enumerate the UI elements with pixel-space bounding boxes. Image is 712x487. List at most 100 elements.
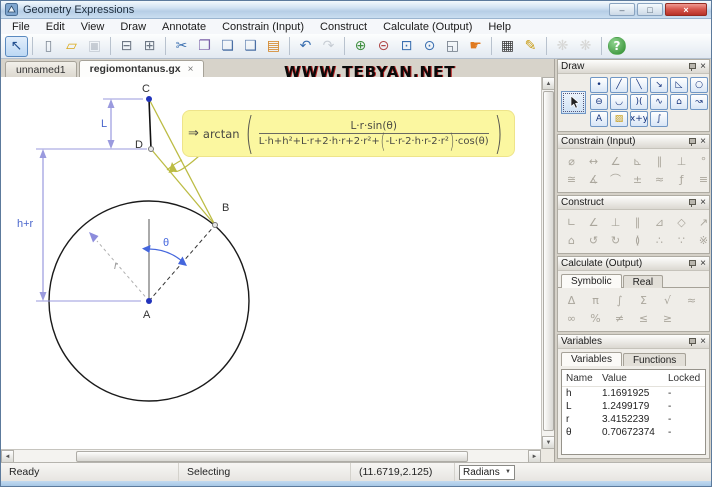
calculate-tool-button[interactable]: % <box>586 310 605 326</box>
construct-tool-button[interactable]: ↺ <box>584 232 603 248</box>
menu-item[interactable]: File <box>4 21 38 33</box>
draw-text[interactable]: A <box>590 111 608 127</box>
constrain-tool-button[interactable]: ∥ <box>650 153 669 169</box>
tab-real[interactable]: Real <box>622 275 664 288</box>
calculate-tool-button[interactable]: ≈ <box>682 292 701 308</box>
select-tool-button[interactable]: ↖ <box>5 35 28 57</box>
help-button[interactable]: ? <box>608 37 626 55</box>
tab-unnamed1[interactable]: unnamed1 <box>5 61 77 77</box>
constrain-tool-button[interactable]: ⊥ <box>672 153 691 169</box>
construct-tool-button[interactable]: ∥ <box>628 214 647 230</box>
theta-angle-arc[interactable] <box>148 248 184 263</box>
copy-button[interactable]: ❐ <box>193 36 216 57</box>
animate-button[interactable]: ❋ <box>551 36 574 57</box>
horizontal-scroll-thumb[interactable] <box>76 451 468 462</box>
segment-c-d[interactable] <box>148 98 152 150</box>
print-button[interactable]: ⊟ <box>115 36 138 57</box>
draw-infinite-line[interactable]: ╲ <box>630 77 648 93</box>
menu-item[interactable]: Help <box>480 21 519 33</box>
constrain-tool-button[interactable]: ⌀ <box>562 153 581 169</box>
tab-variables[interactable]: Variables <box>561 352 622 366</box>
h[interactable]: h 1.1691925 - <box>562 387 705 400</box>
calculate-tool-button[interactable]: ∞ <box>562 310 581 326</box>
constrain-tool-button[interactable]: ≈ <box>650 171 669 187</box>
pin-icon[interactable] <box>688 62 697 72</box>
draw-polygon[interactable]: ◺ <box>670 77 688 93</box>
menu-item[interactable]: Draw <box>112 21 154 33</box>
construct-tool-button[interactable]: ≬ <box>628 232 647 248</box>
constrain-tool-button[interactable]: ↔ <box>584 153 603 169</box>
menu-item[interactable]: Constrain (Input) <box>214 21 312 33</box>
select-arrow-tool[interactable] <box>561 90 586 114</box>
construct-tool-button[interactable]: ↻ <box>606 232 625 248</box>
point-d-label[interactable]: D <box>135 139 143 151</box>
constrain-tool-button[interactable]: ≡ <box>694 171 711 187</box>
paste-special-button[interactable]: ❑ <box>239 36 262 57</box>
vertical-scrollbar[interactable]: ▲ ▼ <box>541 77 555 449</box>
construct-tool-button[interactable]: ↗ <box>694 214 711 230</box>
calculate-tool-button[interactable]: Δ <box>562 292 581 308</box>
open-file-button[interactable]: ▱ <box>60 36 83 57</box>
draw-ellipse[interactable]: ⊖ <box>590 94 608 110</box>
calculate-tool-button[interactable]: ≤ <box>634 310 653 326</box>
point-c-label[interactable]: C <box>142 83 150 95</box>
zoom-page-button[interactable]: ◱ <box>441 36 464 57</box>
redo-button[interactable]: ↷ <box>317 36 340 57</box>
radius-label[interactable]: r <box>114 260 119 272</box>
undo-button[interactable]: ↶ <box>294 36 317 57</box>
pin-icon[interactable] <box>688 137 697 147</box>
constrain-tool-button[interactable]: ± <box>628 171 647 187</box>
menu-item[interactable]: Calculate (Output) <box>375 21 480 33</box>
horizontal-scrollbar[interactable]: ◄ ► <box>1 449 541 463</box>
panel-close-icon[interactable]: × <box>700 258 706 268</box>
construct-tool-button[interactable]: ∵ <box>672 232 691 248</box>
constrain-tool-button[interactable]: ≅ <box>562 171 581 187</box>
draw-picture[interactable]: ▨ <box>610 111 628 127</box>
construct-tool-button[interactable]: ◇ <box>672 214 691 230</box>
r[interactable]: r 3.4152239 - <box>562 413 705 426</box>
panel-close-icon[interactable]: × <box>700 136 706 146</box>
constrain-tool-button[interactable]: ⊾ <box>628 153 647 169</box>
construct-tool-button[interactable]: ※ <box>694 232 711 248</box>
draw-point[interactable]: • <box>590 77 608 93</box>
draw-circle[interactable]: ○ <box>690 77 708 93</box>
point-b-label[interactable]: B <box>222 202 229 214</box>
draw-curve[interactable]: ∿ <box>650 94 668 110</box>
pin-icon[interactable] <box>688 259 697 269</box>
point-a[interactable] <box>146 298 152 304</box>
new-document-button[interactable]: ▯ <box>37 36 60 57</box>
zoom-out-button[interactable]: ⊝ <box>372 36 395 57</box>
point-b[interactable] <box>212 222 218 228</box>
theta-label[interactable]: θ <box>163 237 169 249</box>
constrain-tool-button[interactable]: ∠ <box>606 153 625 169</box>
constrain-tool-button[interactable]: ⌒ <box>606 171 625 187</box>
panel-close-icon[interactable]: × <box>700 197 706 207</box>
draw-conic[interactable]: )( <box>630 94 648 110</box>
radius-line[interactable] <box>96 240 150 302</box>
zoom-selection-button[interactable]: ⊙ <box>418 36 441 57</box>
point-a-label[interactable]: A <box>143 309 151 321</box>
calculate-tool-button[interactable]: √ <box>658 292 677 308</box>
drag-mode-button[interactable]: ❋ <box>574 36 597 57</box>
calculate-tool-button[interactable]: ∫ <box>610 292 629 308</box>
pin-icon[interactable] <box>688 198 697 208</box>
construct-tool-button[interactable]: ∟ <box>562 214 581 230</box>
arctan-output-expression[interactable]: ⇒ arctan ( L·r·sin(θ) L·h+h²+L·r+2·h·r+2… <box>182 110 515 157</box>
calculate-tool-button[interactable]: Σ <box>634 292 653 308</box>
menu-item[interactable]: Edit <box>38 21 73 33</box>
print-preview-button[interactable]: ⊞ <box>138 36 161 57</box>
close-button[interactable]: × <box>665 3 707 16</box>
construct-tool-button[interactable]: ⌂ <box>562 232 581 248</box>
draw-expression[interactable]: x+y <box>630 111 648 127</box>
θ[interactable]: θ 0.70672374 - <box>562 426 705 439</box>
construct-tool-button[interactable]: ⊥ <box>606 214 625 230</box>
angle-unit-select[interactable]: Radians ▼ <box>459 464 515 480</box>
cut-button[interactable]: ✂ <box>170 36 193 57</box>
pan-button[interactable]: ☛ <box>464 36 487 57</box>
draw-function[interactable]: ∫ <box>650 111 668 127</box>
maximize-button[interactable]: □ <box>637 3 663 16</box>
point-c[interactable] <box>146 96 152 102</box>
menu-item[interactable]: Construct <box>312 21 375 33</box>
panel-close-icon[interactable]: × <box>700 336 706 346</box>
calculate-tool-button[interactable]: ≠ <box>610 310 629 326</box>
